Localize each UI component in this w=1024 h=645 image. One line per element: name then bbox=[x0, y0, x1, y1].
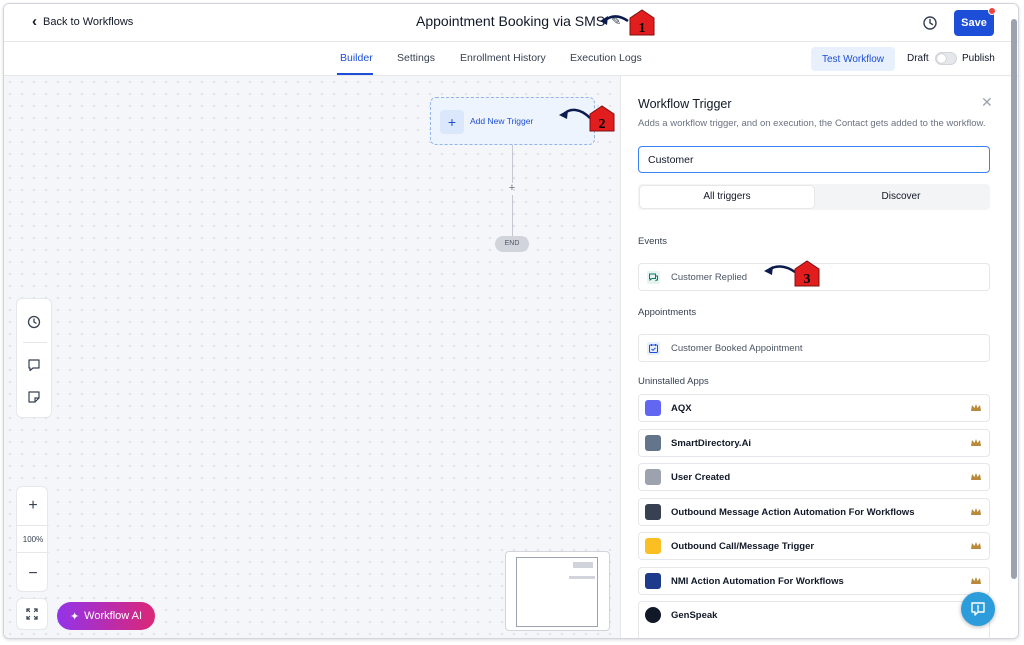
back-label: Back to Workflows bbox=[43, 15, 134, 28]
chevron-left-icon: ‹ bbox=[32, 13, 37, 30]
workflow-canvas[interactable]: + Add New Trigger + END + 100% − ✦ Workf… bbox=[4, 76, 620, 638]
annotation-number: 2 bbox=[599, 117, 606, 132]
comment-icon[interactable] bbox=[26, 357, 42, 373]
expand-icon bbox=[26, 608, 38, 620]
app-label: Outbound Message Action Automation For W… bbox=[671, 507, 915, 518]
section-heading-uninstalled-apps: Uninstalled Apps bbox=[638, 376, 709, 387]
app-aqx[interactable]: AQX bbox=[638, 394, 990, 422]
app-label: NMI Action Automation For Workflows bbox=[671, 576, 844, 587]
app-nmi-action-automation[interactable]: NMI Action Automation For Workflows bbox=[638, 567, 990, 595]
crown-icon bbox=[971, 404, 981, 411]
history-icon[interactable] bbox=[921, 14, 939, 32]
add-action-button[interactable]: + bbox=[507, 183, 517, 194]
app-smartdirectory-ai[interactable]: SmartDirectory.Ai bbox=[638, 429, 990, 457]
tab-enrollment-history[interactable]: Enrollment History bbox=[460, 52, 546, 64]
app-user-created[interactable]: User Created bbox=[638, 463, 990, 491]
end-node: END bbox=[495, 236, 529, 252]
minimap-node bbox=[569, 576, 595, 579]
workflow-trigger-panel: Workflow Trigger ✕ Adds a workflow trigg… bbox=[620, 76, 1018, 638]
trigger-label: Customer Booked Appointment bbox=[671, 343, 803, 354]
trigger-label: Customer Replied bbox=[671, 272, 748, 283]
minimap-viewport bbox=[516, 557, 598, 627]
zoom-level: 100% bbox=[17, 525, 49, 553]
trigger-filter-segment: All triggers Discover bbox=[638, 184, 990, 210]
sticky-note-icon[interactable] bbox=[26, 389, 42, 405]
zoom-in-button[interactable]: + bbox=[17, 491, 49, 521]
close-icon[interactable]: ✕ bbox=[981, 94, 993, 111]
nmi-app-icon bbox=[645, 573, 661, 589]
annotation-number: 3 bbox=[804, 272, 811, 287]
app-outbound-call-message-trigger[interactable]: Outbound Call/Message Trigger bbox=[638, 532, 990, 560]
workflow-ai-label: Workflow AI bbox=[84, 610, 143, 622]
smartdirectory-app-icon bbox=[645, 435, 661, 451]
connector-line bbox=[512, 195, 513, 236]
support-chat-button[interactable] bbox=[961, 592, 995, 626]
tab-settings[interactable]: Settings bbox=[397, 52, 435, 64]
history-icon[interactable] bbox=[26, 314, 42, 330]
annotation-number: 1 bbox=[639, 21, 646, 36]
trigger-search-input[interactable] bbox=[638, 146, 990, 173]
minimap-node bbox=[573, 562, 593, 568]
save-button[interactable]: Save bbox=[954, 10, 994, 36]
top-header: ‹ Back to Workflows Appointment Booking … bbox=[4, 4, 1018, 42]
toggle-knob bbox=[937, 54, 946, 63]
fit-view-button[interactable] bbox=[16, 598, 48, 630]
tab-discover[interactable]: Discover bbox=[814, 186, 988, 208]
outbound-message-app-icon bbox=[645, 504, 661, 520]
toolbar-divider bbox=[23, 342, 47, 343]
unsaved-indicator-dot bbox=[988, 7, 996, 15]
publish-toggle[interactable] bbox=[935, 52, 957, 65]
tab-bar: Builder Settings Enrollment History Exec… bbox=[4, 42, 1018, 76]
app-outbound-message-action[interactable]: Outbound Message Action Automation For W… bbox=[638, 498, 990, 526]
workflow-title-text: Appointment Booking via SMS bbox=[416, 13, 606, 29]
add-trigger-label: Add New Trigger bbox=[470, 116, 534, 126]
app-genspeak[interactable]: GenSpeak bbox=[638, 601, 990, 638]
app-label: SmartDirectory.Ai bbox=[671, 438, 752, 449]
outbound-call-app-icon bbox=[645, 538, 661, 554]
crown-icon bbox=[971, 542, 981, 549]
panel-title: Workflow Trigger bbox=[638, 97, 732, 111]
sparkle-icon: ✦ bbox=[69, 610, 80, 623]
tab-all-triggers[interactable]: All triggers bbox=[640, 186, 814, 208]
section-heading-appointments: Appointments bbox=[638, 307, 697, 318]
crown-icon bbox=[971, 439, 981, 446]
app-label: AQX bbox=[671, 403, 692, 414]
plus-icon: + bbox=[440, 110, 464, 134]
user-created-app-icon bbox=[645, 469, 661, 485]
canvas-minimap[interactable] bbox=[505, 551, 610, 631]
tab-execution-logs[interactable]: Execution Logs bbox=[570, 52, 642, 64]
tab-builder[interactable]: Builder bbox=[340, 52, 373, 64]
app-label: Outbound Call/Message Trigger bbox=[671, 541, 815, 552]
canvas-side-toolbar bbox=[16, 298, 52, 418]
connector-line bbox=[512, 145, 513, 183]
publish-label: Publish bbox=[962, 53, 995, 64]
back-to-workflows-link[interactable]: ‹ Back to Workflows bbox=[32, 14, 133, 29]
app-label: GenSpeak bbox=[671, 610, 718, 621]
page-scrollbar[interactable] bbox=[1010, 9, 1018, 579]
chat-bubble-icon bbox=[971, 602, 985, 616]
calendar-check-icon bbox=[647, 342, 660, 355]
section-heading-events: Events bbox=[638, 236, 668, 247]
aqx-app-icon bbox=[645, 400, 661, 416]
genspeak-app-icon bbox=[645, 607, 661, 623]
app-label: User Created bbox=[671, 472, 731, 483]
annotation-marker-1: 1 bbox=[600, 9, 655, 36]
zoom-controls: + 100% − bbox=[16, 486, 49, 592]
test-workflow-button[interactable]: Test Workflow bbox=[811, 47, 895, 71]
crown-icon bbox=[971, 508, 981, 515]
workflow-ai-button[interactable]: ✦ Workflow AI bbox=[57, 602, 155, 630]
workflow-title[interactable]: Appointment Booking via SMS ✎ bbox=[416, 13, 621, 29]
annotation-marker-2: 2 bbox=[559, 105, 615, 132]
crown-icon bbox=[971, 577, 981, 584]
crown-icon bbox=[971, 473, 981, 480]
active-tab-indicator bbox=[337, 73, 373, 75]
scrollbar-thumb[interactable] bbox=[1011, 19, 1017, 579]
panel-description: Adds a workflow trigger, and on executio… bbox=[638, 118, 986, 129]
app-window: ‹ Back to Workflows Appointment Booking … bbox=[3, 3, 1019, 639]
draft-label: Draft bbox=[907, 53, 929, 64]
chat-icon bbox=[647, 271, 660, 284]
annotation-marker-3: 3 bbox=[764, 260, 820, 287]
trigger-customer-booked-appointment[interactable]: Customer Booked Appointment bbox=[638, 334, 990, 362]
zoom-out-button[interactable]: − bbox=[17, 559, 49, 589]
